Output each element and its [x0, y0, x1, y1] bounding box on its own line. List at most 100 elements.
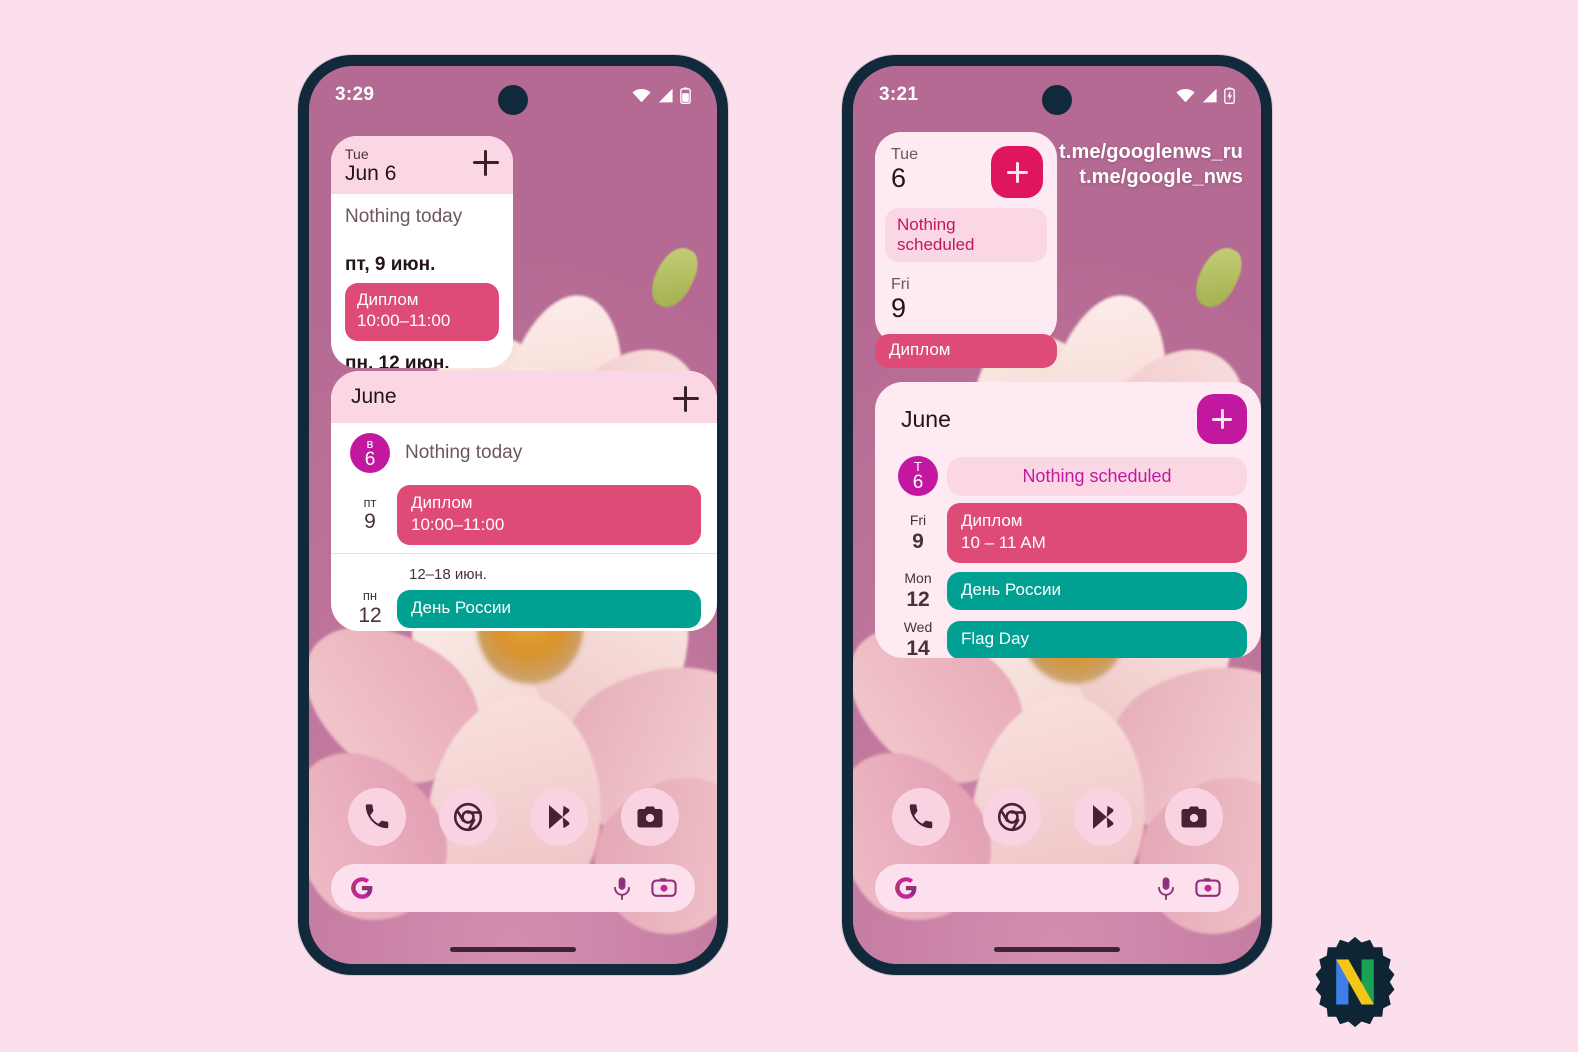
row-dow: Mon	[904, 570, 932, 587]
add-event-button[interactable]	[673, 386, 699, 412]
event-title: Диплом	[889, 340, 951, 359]
search-actions	[1155, 876, 1221, 900]
day-column: пт 9	[343, 494, 397, 535]
event-title: Диплом	[961, 511, 1023, 530]
event-title: День России	[411, 597, 511, 617]
large-widget-header: June	[875, 382, 1261, 456]
gesture-nav-bar[interactable]	[994, 947, 1120, 952]
calendar-widget-small-left[interactable]: Tue Jun 6 Nothing today пт, 9 июн. Дипло…	[331, 136, 513, 368]
day-column: Mon 12	[889, 570, 947, 612]
large-widget-header: June	[331, 371, 717, 423]
search-actions	[611, 876, 677, 900]
dock-right	[853, 788, 1261, 846]
phone-right: 3:21 t.me/googlenws_ru t.me/google_nws T…	[842, 55, 1272, 975]
telegram-link-1: t.me/googlenws_ru	[1059, 141, 1243, 163]
small-widget-body: Nothing today пт, 9 июн. Диплом 10:00–11…	[331, 194, 513, 341]
google-search-bar[interactable]	[331, 864, 695, 912]
next-day-label: пт, 9 июн.	[345, 254, 436, 276]
month-label: June	[901, 405, 951, 432]
gesture-nav-bar[interactable]	[450, 947, 576, 952]
agenda-row[interactable]: Fri 9 Диплом 10 – 11 AM	[875, 503, 1261, 564]
status-clock: 3:29	[335, 84, 375, 105]
row-day: 12	[358, 604, 382, 628]
today-badge: в 6	[350, 433, 390, 473]
agenda-row-today[interactable]: T 6 Nothing scheduled	[875, 456, 1261, 496]
status-icons	[632, 86, 691, 104]
cell-signal-icon	[1202, 88, 1217, 102]
play-store-icon[interactable]	[1073, 788, 1132, 846]
nothing-scheduled-chip: Nothing scheduled	[885, 208, 1047, 262]
google-g-icon	[351, 877, 373, 899]
agenda-row[interactable]: пн 12 День России	[331, 588, 717, 628]
row-day: 9	[912, 529, 924, 553]
phone-left-screen: 3:29 Tue Jun 6 Nothing today пт, 9 июн. …	[309, 66, 717, 964]
event-chip-overflow[interactable]: Диплом	[875, 334, 1057, 368]
agenda-row[interactable]: пт 9 Диплом 10:00–11:00	[331, 473, 717, 546]
event-chip[interactable]: День России	[947, 572, 1247, 611]
following-day-label: пн, 12 июн.	[345, 352, 450, 368]
month-label: June	[351, 385, 397, 408]
small-widget-date-block: Tue 6	[891, 146, 918, 193]
screenshot-stage: 3:29 Tue Jun 6 Nothing today пт, 9 июн. …	[0, 0, 1578, 1052]
phone-left: 3:29 Tue Jun 6 Nothing today пт, 9 июн. …	[298, 55, 728, 975]
google-g-icon	[895, 877, 917, 899]
wifi-icon	[1176, 88, 1195, 102]
small-widget-header: Tue 6	[875, 132, 1057, 198]
n-badge-logo	[1308, 935, 1402, 1029]
google-search-bar[interactable]	[875, 864, 1239, 912]
cell-signal-icon	[658, 88, 673, 102]
small-widget-date: 6	[891, 162, 907, 193]
calendar-widget-small-right[interactable]: Tue 6 Nothing scheduled Fri 9	[875, 132, 1057, 344]
today-badge-day: 6	[364, 449, 376, 470]
add-event-fab[interactable]	[1197, 394, 1247, 444]
row-dow: пн	[362, 588, 378, 604]
row-day: 14	[906, 636, 930, 658]
add-event-button[interactable]	[991, 146, 1043, 198]
day-column: Fri 9	[889, 512, 947, 554]
camera-punch-hole	[498, 85, 528, 115]
event-chip[interactable]: Диплом 10:00–11:00	[397, 485, 701, 546]
day-column: T 6	[889, 456, 947, 496]
agenda-row[interactable]: Wed 14 Flag Day	[875, 619, 1261, 658]
microphone-icon[interactable]	[1155, 876, 1177, 900]
event-time: 10:00–11:00	[411, 515, 505, 535]
camera-punch-hole	[1042, 85, 1072, 115]
next-day-of-week: Fri	[891, 276, 910, 293]
event-title: Flag Day	[961, 629, 1030, 649]
event-chip[interactable]: Диплом 10:00–11:00	[345, 283, 499, 341]
event-time: 10 – 11 AM	[961, 533, 1046, 553]
row-dow: пт	[363, 494, 377, 510]
event-chip[interactable]: Диплом 10 – 11 AM	[947, 503, 1247, 564]
agenda-row[interactable]: Mon 12 День России	[875, 570, 1261, 612]
today-badge: T 6	[898, 456, 938, 496]
play-store-icon[interactable]	[529, 788, 588, 846]
phone-icon[interactable]	[891, 788, 950, 846]
google-lens-icon[interactable]	[1195, 876, 1221, 900]
chrome-icon[interactable]	[438, 788, 497, 846]
row-day: 9	[364, 510, 376, 534]
event-chip[interactable]: Flag Day	[947, 621, 1247, 658]
status-icons	[1176, 86, 1235, 104]
chrome-icon[interactable]	[982, 788, 1041, 846]
event-title: Диплом	[357, 290, 419, 310]
google-lens-icon[interactable]	[651, 876, 677, 900]
battery-icon	[680, 86, 691, 104]
phone-right-screen: 3:21 t.me/googlenws_ru t.me/google_nws T…	[853, 66, 1261, 964]
today-badge-day: 6	[912, 472, 924, 493]
calendar-widget-large-right[interactable]: June T 6 Nothing scheduled Fri 9 Диплом …	[875, 382, 1261, 658]
status-clock: 3:21	[879, 84, 919, 105]
day-column: Wed 14	[889, 619, 947, 658]
week-range-label: 12–18 июн.	[409, 566, 487, 584]
microphone-icon[interactable]	[611, 876, 633, 900]
small-widget-date-block: Tue Jun 6	[345, 146, 396, 186]
camera-icon[interactable]	[1164, 788, 1223, 846]
add-event-button[interactable]	[473, 150, 499, 176]
agenda-row-today[interactable]: в 6 Nothing today	[331, 423, 717, 473]
day-column: пн 12	[343, 588, 397, 628]
camera-icon[interactable]	[620, 788, 679, 846]
event-chip[interactable]: День России	[397, 589, 701, 628]
wifi-icon	[632, 88, 651, 102]
phone-icon[interactable]	[347, 788, 406, 846]
calendar-widget-large-left[interactable]: June в 6 Nothing today пт 9 Диплом 10:00…	[331, 371, 717, 631]
event-title: День России	[961, 580, 1061, 600]
